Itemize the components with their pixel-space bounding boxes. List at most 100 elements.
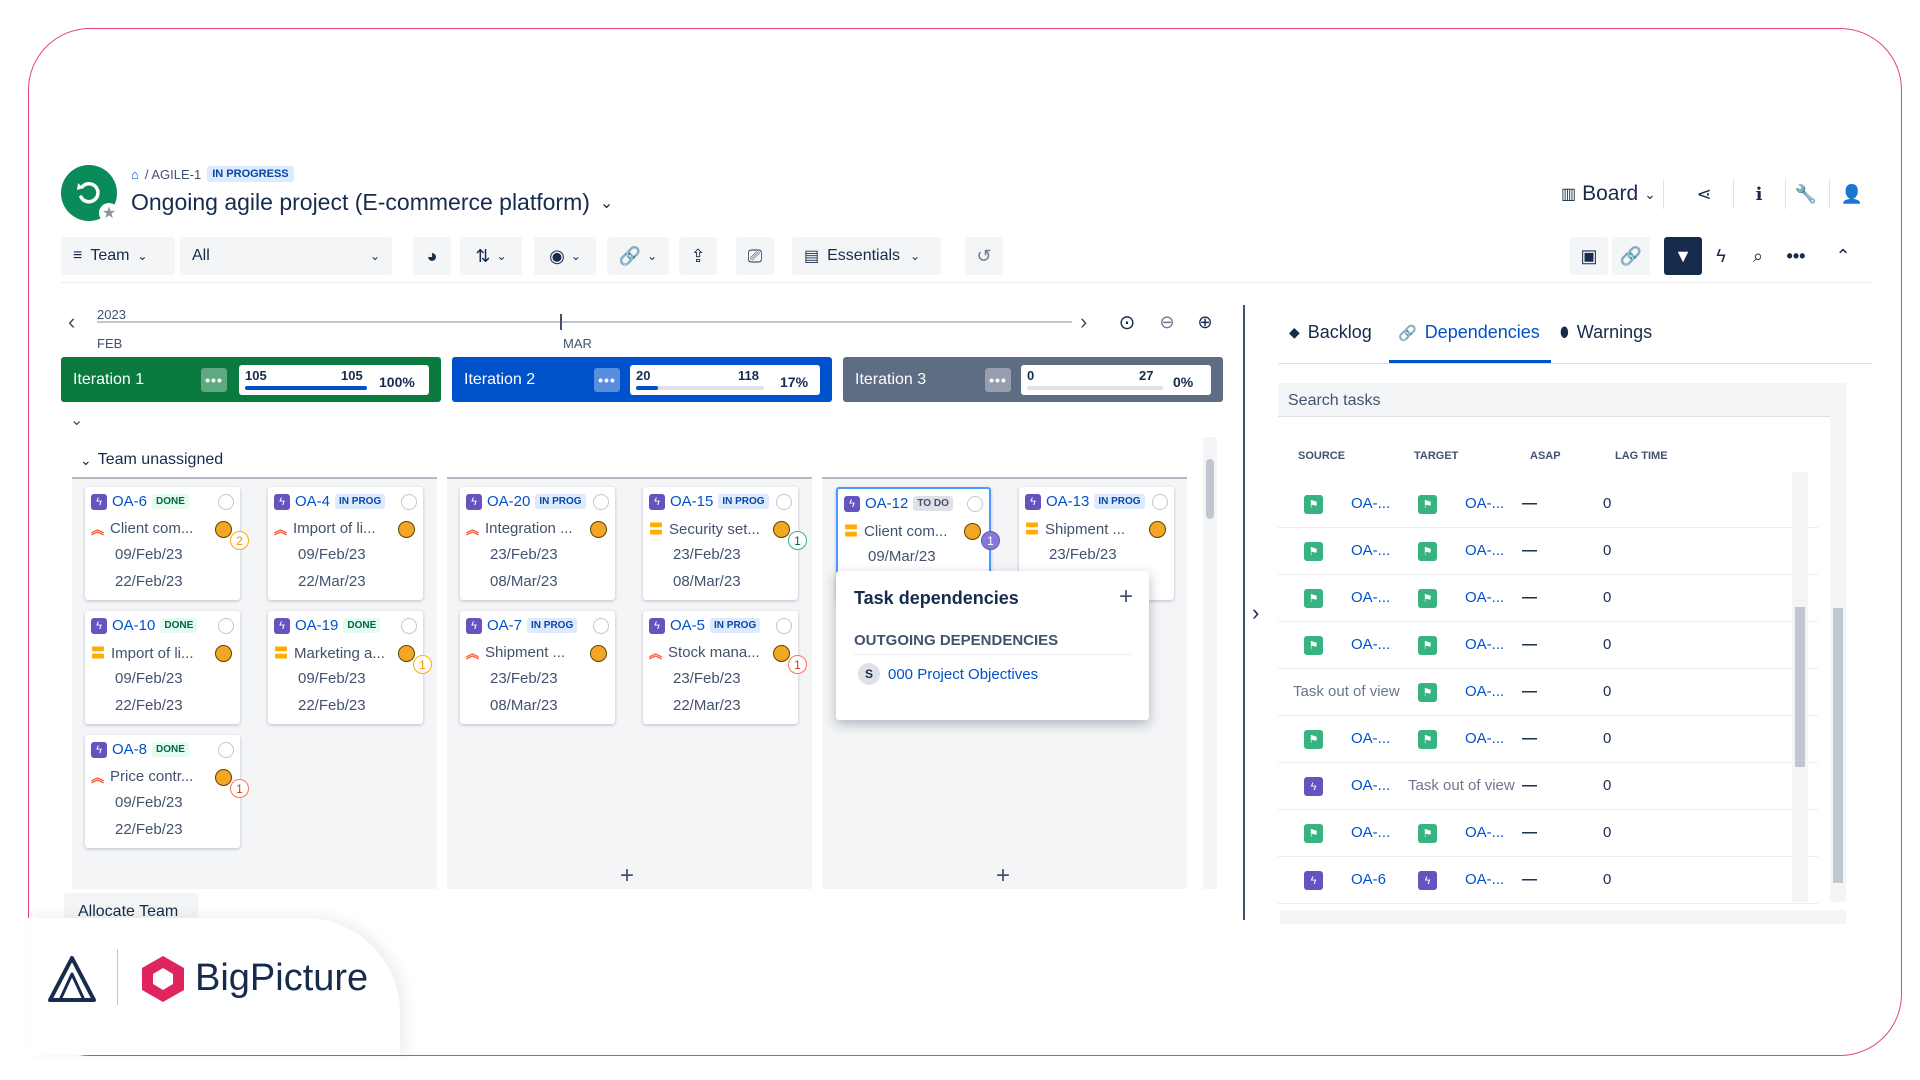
present-icon[interactable]: ⎚: [736, 237, 774, 275]
add-dependency-button[interactable]: +: [1119, 583, 1133, 611]
dependency-count-badge[interactable]: 1: [413, 655, 432, 674]
lag-time-value[interactable]: 0: [1603, 777, 1611, 794]
zoom-out-icon[interactable]: ⊖: [1153, 308, 1181, 336]
more-icon[interactable]: •••: [1777, 237, 1815, 275]
status-badge[interactable]: DONE: [160, 618, 198, 633]
task-key[interactable]: OA-19: [295, 617, 338, 634]
assignee-avatar[interactable]: [215, 769, 232, 786]
task-card[interactable]: ϟ OA-15 IN PROG 〓 Security set... 23/Feb/23 08…: [643, 487, 798, 600]
link-button[interactable]: 🔗 ⌄: [607, 237, 669, 275]
source-key[interactable]: OA-...: [1351, 730, 1390, 747]
status-badge[interactable]: IN PROG: [335, 494, 386, 509]
team-filter-select[interactable]: All ⌄: [180, 237, 392, 275]
lag-time-value[interactable]: 0: [1603, 542, 1611, 559]
task-key[interactable]: OA-5: [670, 617, 705, 634]
task-card[interactable]: ϟ OA-10 DONE 〓 Import of li... 09/Feb/23 22/Fe…: [85, 611, 240, 724]
tab-dependencies[interactable]: 🔗 Dependencies: [1398, 322, 1540, 343]
status-badge[interactable]: IN PROG: [527, 618, 578, 633]
unassigned-avatar-icon[interactable]: [776, 618, 792, 634]
unassigned-avatar-icon[interactable]: [218, 742, 234, 758]
add-task-button[interactable]: +: [620, 862, 634, 890]
dependency-row[interactable]: ⚑ OA-... ⚑ OA-... — 0: [1278, 481, 1818, 528]
tab-backlog[interactable]: ◆ Backlog: [1289, 322, 1372, 343]
task-key[interactable]: OA-4: [295, 493, 330, 510]
sort-button[interactable]: ⇅ ⌄: [460, 237, 522, 275]
scrollbar-thumb[interactable]: [1795, 607, 1805, 767]
search-icon[interactable]: ⌕: [1739, 237, 1777, 275]
dependency-row[interactable]: ϟ OA-... Task out of view — 0: [1278, 763, 1818, 810]
status-badge[interactable]: IN PROG: [718, 494, 769, 509]
scrollbar-thumb[interactable]: [1833, 608, 1843, 883]
iteration-header[interactable]: Iteration 1 ••• 105 105 100%: [61, 357, 441, 402]
unassigned-avatar-icon[interactable]: [593, 618, 609, 634]
task-key[interactable]: OA-10: [112, 617, 155, 634]
status-badge[interactable]: DONE: [343, 618, 381, 633]
task-key[interactable]: OA-13: [1046, 493, 1089, 510]
unassigned-avatar-icon[interactable]: [218, 618, 234, 634]
info-icon[interactable]: i: [1742, 177, 1776, 211]
swimlane-title[interactable]: ⌄ Team unassigned: [80, 451, 223, 469]
unassigned-avatar-icon[interactable]: [401, 618, 417, 634]
status-badge[interactable]: IN PROG: [1094, 494, 1145, 509]
dependency-count-badge[interactable]: 1: [788, 531, 807, 550]
target-key[interactable]: OA-...: [1465, 683, 1504, 700]
task-card[interactable]: ϟ OA-8 DONE ︽ Price contr... 09/Feb/23 22/Feb/…: [85, 735, 240, 848]
user-icon[interactable]: 👤: [1835, 177, 1869, 211]
panel-scrollbar[interactable]: [1830, 410, 1846, 902]
chevron-right-icon[interactable]: ›: [1080, 309, 1087, 335]
task-key[interactable]: OA-7: [487, 617, 522, 634]
visibility-button[interactable]: ◉ ⌄: [534, 237, 596, 275]
task-card[interactable]: ϟ OA-4 IN PROG ︽ Import of li... 09/Feb/23 22/…: [268, 487, 423, 600]
timeline-track[interactable]: [97, 321, 1072, 323]
essentials-dropdown[interactable]: ▤ Essentials ⌄: [792, 237, 941, 275]
status-badge[interactable]: TO DO: [913, 496, 953, 511]
dependency-item[interactable]: S 000 Project Objectives: [858, 663, 1038, 685]
target-key[interactable]: OA-...: [1465, 730, 1504, 747]
breadcrumb-path[interactable]: / AGILE-1: [145, 167, 201, 182]
source-key[interactable]: OA-...: [1351, 542, 1390, 559]
lag-time-value[interactable]: 0: [1603, 589, 1611, 606]
task-key[interactable]: OA-8: [112, 741, 147, 758]
target-key[interactable]: OA-...: [1465, 495, 1504, 512]
assignee-avatar[interactable]: [1149, 521, 1166, 538]
target-key[interactable]: OA-...: [1465, 589, 1504, 606]
assignee-avatar[interactable]: [398, 521, 415, 538]
search-input[interactable]: Search tasks: [1278, 383, 1846, 417]
dependency-count-badge[interactable]: 1: [981, 531, 1000, 550]
source-key[interactable]: OA-...: [1351, 636, 1390, 653]
zoom-in-icon[interactable]: ⊕: [1191, 308, 1219, 336]
assignee-avatar[interactable]: [215, 521, 232, 538]
assignee-avatar[interactable]: [590, 521, 607, 538]
dependency-row[interactable]: ⚑ OA-... ⚑ OA-... — 0: [1278, 716, 1818, 763]
link-icon[interactable]: 🔗: [1612, 237, 1650, 275]
task-key[interactable]: OA-12: [865, 495, 908, 512]
target-key[interactable]: OA-...: [1465, 871, 1504, 888]
horizontal-scrollbar[interactable]: [1280, 910, 1846, 924]
status-badge[interactable]: DONE: [152, 742, 189, 757]
status-badge[interactable]: IN PROGRESS: [207, 166, 294, 182]
unassigned-avatar-icon[interactable]: [776, 494, 792, 510]
dependency-count-badge[interactable]: 1: [230, 779, 249, 798]
undo-icon[interactable]: ↺: [965, 237, 1003, 275]
assignee-avatar[interactable]: [964, 523, 981, 540]
dependency-row[interactable]: ⚑ OA-... ⚑ OA-... — 0: [1278, 810, 1818, 857]
star-icon[interactable]: ★: [99, 203, 119, 223]
scrollbar-thumb[interactable]: [1206, 459, 1214, 519]
tab-warnings[interactable]: ⬮ Warnings: [1560, 322, 1652, 343]
dependency-row[interactable]: Task out of view ⚑ OA-... — 0: [1278, 669, 1818, 716]
lag-time-value[interactable]: 0: [1603, 495, 1611, 512]
source-key[interactable]: OA-...: [1351, 589, 1390, 606]
target-key[interactable]: OA-...: [1465, 542, 1504, 559]
target-icon[interactable]: ⊙: [1113, 308, 1141, 336]
task-card[interactable]: ϟ OA-5 IN PROG ︽ Stock mana... 23/Feb/23 22/Ma…: [643, 611, 798, 724]
source-key[interactable]: OA-...: [1351, 777, 1390, 794]
pie-chart-icon[interactable]: ◕: [413, 237, 451, 275]
status-badge[interactable]: IN PROG: [710, 618, 761, 633]
task-key[interactable]: OA-20: [487, 493, 530, 510]
export-icon[interactable]: ⇪: [679, 237, 717, 275]
lag-time-value[interactable]: 0: [1603, 683, 1611, 700]
chevron-up-icon[interactable]: ⌃: [1824, 237, 1862, 275]
dependency-count-badge[interactable]: 1: [788, 655, 807, 674]
team-dropdown[interactable]: ≡ Team ⌄: [61, 237, 175, 275]
assignee-avatar[interactable]: [215, 645, 232, 662]
